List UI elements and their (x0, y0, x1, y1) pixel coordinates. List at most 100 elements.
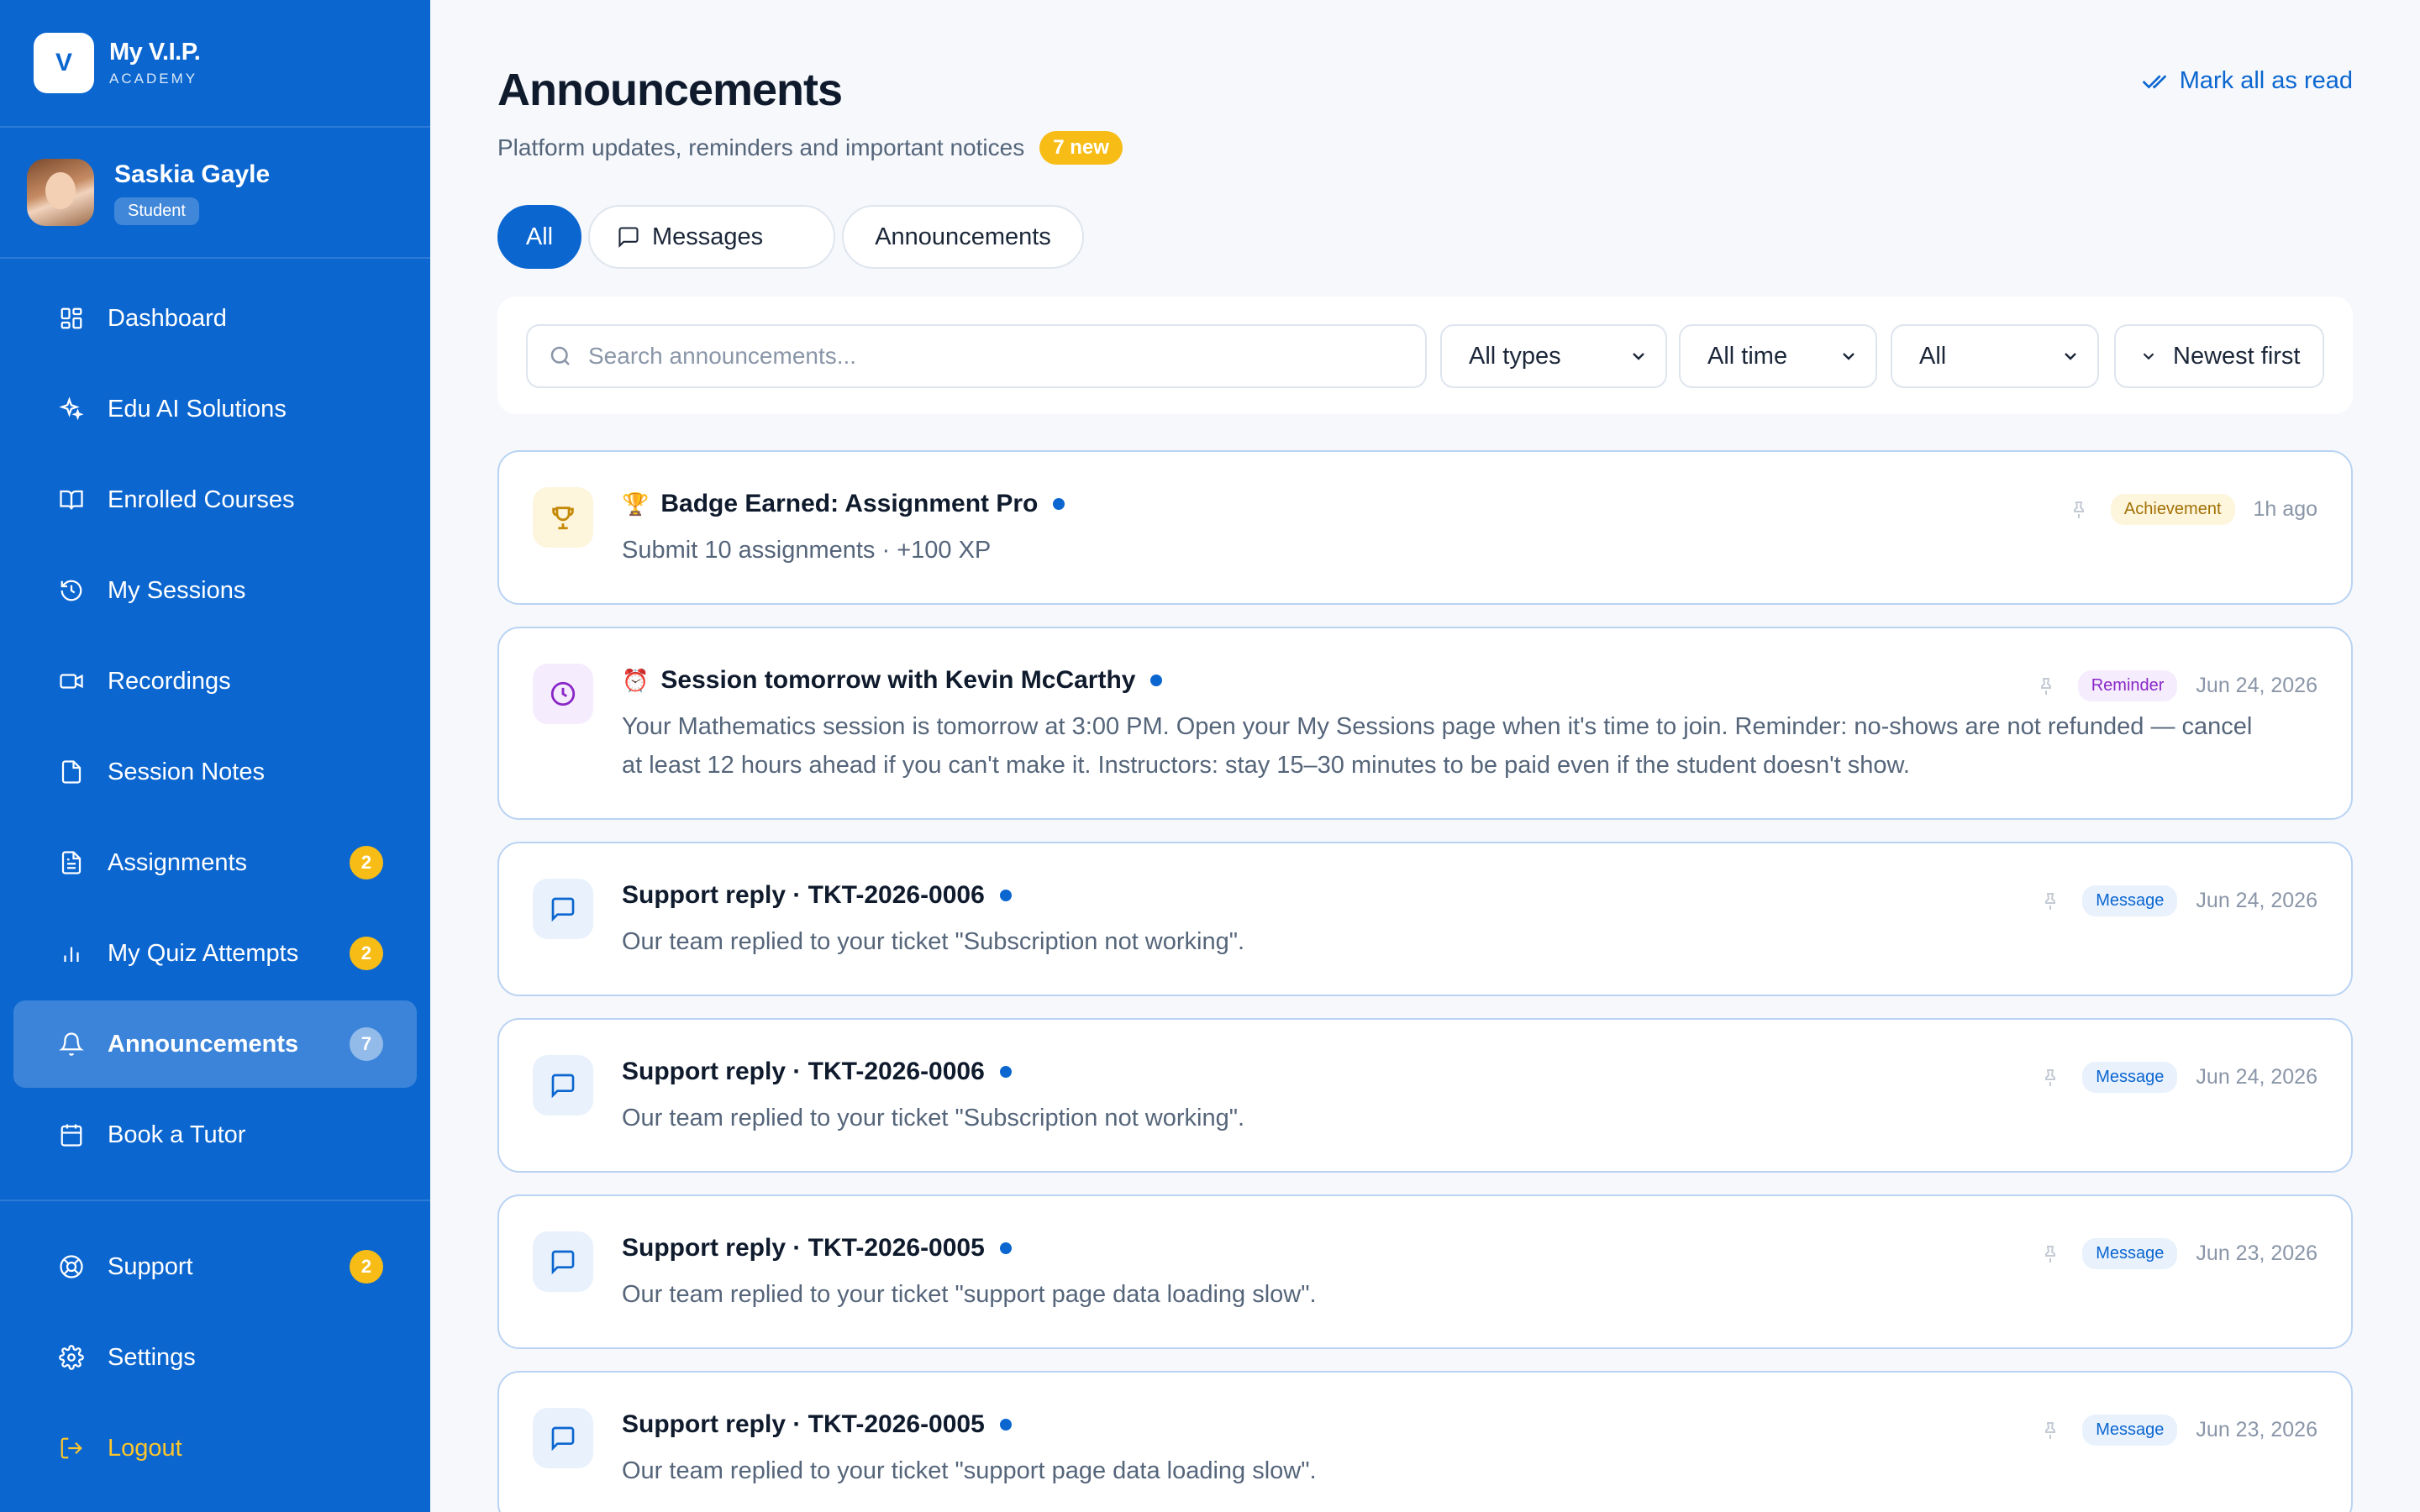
card-text: Our team replied to your ticket "Subscri… (622, 928, 1245, 955)
announcement-card[interactable]: Message Jun 23, 2026 Support reply · TKT… (497, 1194, 2353, 1349)
filter-tabs: All Messages Announcements (497, 205, 1091, 269)
announcement-card[interactable]: Achievement 1h ago 🏆 Badge Earned: Assig… (497, 450, 2353, 605)
bar-chart-icon (59, 941, 84, 966)
card-time: Jun 23, 2026 (2196, 1242, 2317, 1265)
card-title: Support reply · TKT-2026-0005 (622, 1234, 985, 1262)
card-time: Jun 24, 2026 (2196, 889, 2317, 912)
tab-messages[interactable]: Messages (588, 205, 835, 269)
announcement-card[interactable]: Message Jun 23, 2026 Support reply · TKT… (497, 1371, 2353, 1512)
video-icon (59, 669, 84, 694)
card-time: Jun 24, 2026 (2196, 674, 2317, 697)
clock-icon (533, 664, 593, 724)
pin-icon[interactable] (2036, 676, 2056, 696)
announcement-card[interactable]: Message Jun 24, 2026 Support reply · TKT… (497, 842, 2353, 996)
card-time: Jun 24, 2026 (2196, 1065, 2317, 1089)
card-text: Your Mathematics session is tomorrow at … (622, 713, 2253, 779)
tab-announcements[interactable]: Announcements (842, 205, 1084, 269)
card-text: Our team replied to your ticket "Subscri… (622, 1105, 1245, 1131)
brand: V My V.I.P. ACADEMY (0, 0, 430, 128)
logout-icon (59, 1436, 84, 1461)
card-title: Session tomorrow with Kevin McCarthy (660, 666, 1136, 694)
sidebar-item-edu-ai[interactable]: Edu AI Solutions (13, 365, 417, 453)
alarm-clock-emoji: ⏰ (622, 667, 650, 693)
sort-button[interactable]: Newest first (2114, 324, 2324, 388)
brand-sub: ACADEMY (109, 71, 198, 87)
book-open-icon (59, 487, 84, 512)
card-text: Our team replied to your ticket "support… (622, 1281, 1317, 1308)
gear-icon (59, 1345, 84, 1370)
sidebar-item-enrolled-courses[interactable]: Enrolled Courses (13, 456, 417, 543)
dashboard-icon (59, 306, 84, 331)
pin-icon[interactable] (2040, 1244, 2060, 1264)
announcements-count-badge: 7 (350, 1027, 383, 1061)
tab-all[interactable]: All (497, 205, 581, 269)
sidebar-item-dashboard[interactable]: Dashboard (13, 275, 417, 362)
pin-icon[interactable] (2040, 1420, 2060, 1441)
sidebar-bottom-nav: Support 2 Settings Logout (13, 1223, 417, 1495)
page-subtitle: Platform updates, reminders and importan… (497, 131, 1123, 165)
pin-icon[interactable] (2040, 1068, 2060, 1088)
category-tag: Message (2082, 1415, 2178, 1446)
sidebar-item-settings[interactable]: Settings (13, 1314, 417, 1401)
chevron-down-icon (2139, 347, 2158, 365)
sidebar-item-logout[interactable]: Logout (13, 1404, 417, 1492)
category-tag: Reminder (2077, 670, 2178, 701)
category-tag: Message (2082, 885, 2178, 916)
card-time: 1h ago (2253, 497, 2317, 521)
message-icon (533, 1231, 593, 1292)
card-text: Our team replied to your ticket "support… (622, 1457, 1317, 1484)
page-title: Announcements (497, 65, 843, 115)
card-title: Support reply · TKT-2026-0006 (622, 881, 985, 909)
sidebar-item-my-sessions[interactable]: My Sessions (13, 547, 417, 634)
sidebar-item-announcements[interactable]: Announcements 7 (13, 1000, 417, 1088)
announcement-card[interactable]: Message Jun 24, 2026 Support reply · TKT… (497, 1018, 2353, 1173)
unread-dot (1053, 498, 1065, 510)
sparkles-icon (59, 396, 84, 422)
time-select[interactable]: All time (1679, 324, 1877, 388)
sidebar-item-session-notes[interactable]: Session Notes (13, 728, 417, 816)
unread-dot (999, 1419, 1012, 1431)
sidebar-item-assignments[interactable]: Assignments 2 (13, 819, 417, 906)
card-title: Support reply · TKT-2026-0006 (622, 1058, 985, 1085)
pin-icon[interactable] (2040, 891, 2060, 911)
message-icon (617, 225, 640, 249)
new-count-badge: 7 new (1039, 131, 1123, 165)
card-title: Badge Earned: Assignment Pro (660, 490, 1039, 517)
unread-dot (999, 1242, 1012, 1254)
brand-logo[interactable]: V (34, 33, 94, 93)
role-badge: Student (114, 197, 199, 225)
unread-dot (999, 890, 1012, 901)
file-icon (59, 759, 84, 785)
mark-all-read-button[interactable]: Mark all as read (2141, 67, 2353, 95)
card-title: Support reply · TKT-2026-0005 (622, 1410, 985, 1438)
pin-icon[interactable] (2069, 500, 2089, 520)
sidebar-divider (0, 1200, 430, 1201)
card-time: Jun 23, 2026 (2196, 1418, 2317, 1441)
type-select[interactable]: All types (1440, 324, 1667, 388)
search-input[interactable] (588, 343, 1395, 370)
category-tag: Message (2082, 1238, 2178, 1269)
sidebar-item-recordings[interactable]: Recordings (13, 638, 417, 725)
sidebar-item-support[interactable]: Support 2 (13, 1223, 417, 1310)
message-icon (533, 1408, 593, 1468)
sidebar-item-quiz-attempts[interactable]: My Quiz Attempts 2 (13, 910, 417, 997)
file-text-icon (59, 850, 84, 875)
card-text: Submit 10 assignments · +100 XP (622, 537, 992, 564)
search-box[interactable] (526, 324, 1427, 388)
status-select[interactable]: All (1891, 324, 2099, 388)
user-profile[interactable]: Saskia Gayle Student (0, 128, 430, 259)
profile-name: Saskia Gayle (114, 160, 271, 188)
announcement-card[interactable]: Reminder Jun 24, 2026 ⏰ Session tomorrow… (497, 627, 2353, 820)
sidebar-item-book-tutor[interactable]: Book a Tutor (13, 1091, 417, 1179)
category-tag: Achievement (2110, 494, 2235, 525)
chevron-down-icon (2060, 346, 2081, 366)
calendar-icon (59, 1122, 84, 1147)
unread-dot (1150, 675, 1163, 686)
sidebar: V My V.I.P. ACADEMY Saskia Gayle Student… (0, 0, 430, 1512)
quiz-count-badge: 2 (350, 937, 383, 970)
chevron-down-icon (1628, 346, 1649, 366)
announcement-list: Achievement 1h ago 🏆 Badge Earned: Assig… (497, 450, 2353, 1512)
search-icon (548, 344, 573, 369)
lifebuoy-icon (59, 1254, 84, 1279)
support-count-badge: 2 (350, 1250, 383, 1284)
